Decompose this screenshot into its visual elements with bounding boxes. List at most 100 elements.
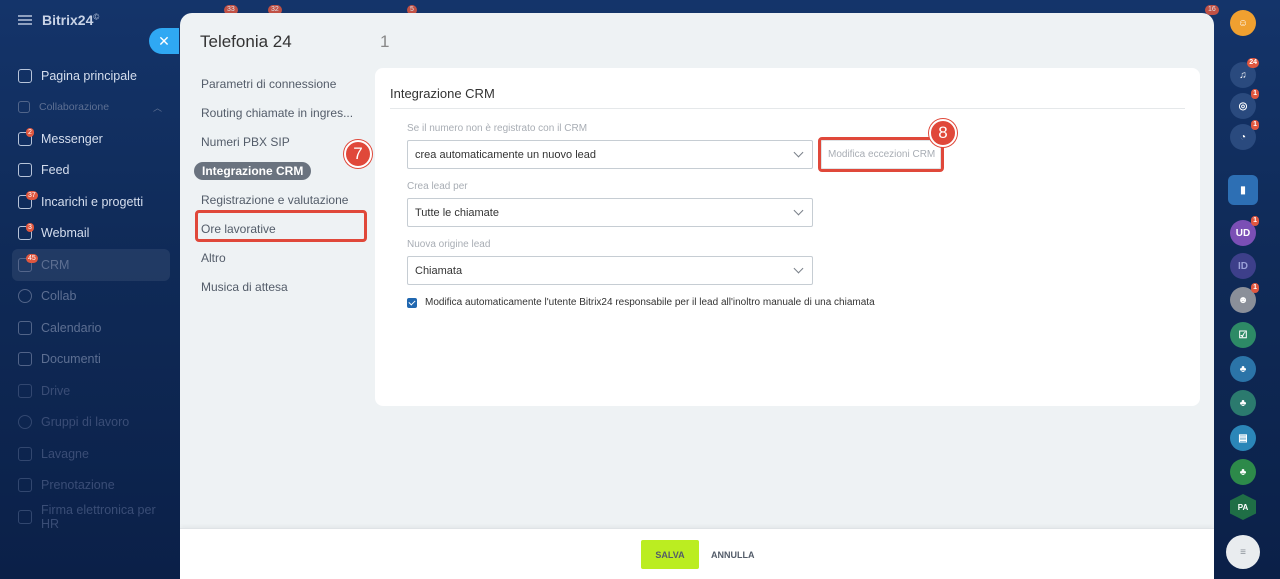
sidebar-item-webmail[interactable]: 3 Webmail: [12, 218, 170, 250]
counter-badge: 45: [26, 254, 38, 263]
sidebar-item-tasks[interactable]: 37 Incarichi e progetti: [12, 186, 170, 218]
sidebar-section-collaborazione[interactable]: Collaborazione ︿: [12, 92, 170, 124]
group-chat-button-2[interactable]: ♣: [1230, 390, 1256, 416]
more-button[interactable]: ≡: [1226, 535, 1260, 569]
target-icon: ◎: [1238, 100, 1248, 112]
sidebar-item-boards[interactable]: Lavagne: [12, 438, 170, 470]
calendar-icon: [18, 320, 32, 335]
activity-button[interactable]: ◎ 1: [1230, 89, 1259, 119]
comment-icon: ▤: [1238, 432, 1248, 444]
highlight-box-step8: [818, 137, 944, 172]
field-label: Nuova origine lead: [407, 239, 491, 250]
counter-badge: 24: [1247, 58, 1259, 68]
document-icon: [18, 352, 32, 367]
person-icon: ☻: [1237, 294, 1249, 306]
menu-item-hold-music[interactable]: Musica di attesa: [192, 272, 372, 301]
auto-responsible-checkbox-row: Modifica automaticamente l'utente Bitrix…: [407, 297, 875, 308]
avatar-pa[interactable]: PA: [1230, 494, 1256, 520]
chevron-up-icon: ︿: [152, 102, 162, 113]
sidebar-item-drive[interactable]: Drive: [12, 375, 170, 407]
counter-badge: 1: [1251, 283, 1259, 293]
group-icon: ♣: [1239, 466, 1247, 478]
sidebar-item-esign-hr[interactable]: Firma elettronica per HR: [12, 501, 170, 533]
menu-icon[interactable]: [18, 15, 32, 25]
group-icon: ♣: [1239, 363, 1247, 375]
counter-badge: 2: [26, 128, 34, 137]
unregistered-number-select[interactable]: crea automaticamente un nuovo lead: [407, 140, 813, 169]
save-button[interactable]: SALVA: [641, 540, 699, 569]
page-number: 1: [380, 32, 390, 51]
sidebar-item-messenger[interactable]: 2 Messenger: [12, 123, 170, 155]
bell-icon: ♫: [1239, 69, 1247, 81]
chat-button[interactable]: ◔ 1: [1230, 120, 1259, 150]
step-marker-8: 8: [929, 119, 957, 147]
sidebar-item-feed[interactable]: Feed: [12, 155, 170, 187]
notifications-button[interactable]: ♫ 24: [1230, 58, 1259, 88]
menu-item-connection[interactable]: Parametri di connessione: [192, 69, 372, 98]
telephony-settings-panel: Telefonia 24 1 Parametri di connessione …: [180, 13, 1214, 579]
field-label: Crea lead per: [407, 181, 468, 192]
menu-item-routing[interactable]: Routing chiamate in ingres...: [192, 98, 372, 127]
right-rail: ☺ ♫ 24 ◎ 1 ◔ 1 ▮ UD 1 ID ☻ 1 ☑ ♣ ♣ ▤ ♣ PA ≡: [1216, 0, 1280, 579]
sidebar-item-collab[interactable]: Collab: [12, 281, 170, 313]
group-icon: [18, 415, 32, 430]
sidebar-item-crm[interactable]: 45 CRM: [12, 249, 170, 281]
signature-icon: [18, 509, 32, 524]
booking-icon: [18, 478, 32, 493]
comments-button[interactable]: ▤: [1230, 425, 1256, 451]
logo-row: Bitrix24©: [18, 12, 99, 28]
sidebar-nav: Pagina principale Collaborazione ︿ 2 Messe…: [12, 60, 170, 533]
create-lead-for-select[interactable]: Tutte le chiamate: [407, 198, 813, 227]
avatar-ud[interactable]: UD 1: [1230, 216, 1259, 246]
checkbox-icon: ☑: [1238, 329, 1248, 341]
collaboration-icon: [18, 101, 30, 114]
collab-icon: [18, 289, 32, 304]
counter-badge: 37: [26, 191, 38, 200]
counter-badge: 3: [26, 222, 34, 232]
group-chat-button-3[interactable]: ♣: [1230, 459, 1256, 485]
home-icon: [18, 68, 32, 83]
step-marker-7: 7: [344, 140, 372, 168]
sidebar-item-documents[interactable]: Documenti: [12, 344, 170, 376]
user-avatar[interactable]: ☺: [1230, 10, 1256, 36]
highlight-box-step7: [195, 210, 367, 242]
menu-item-other[interactable]: Altro: [192, 243, 372, 272]
sidebar-item-calendar[interactable]: Calendario: [12, 312, 170, 344]
tasks-chat-button[interactable]: ☑: [1230, 322, 1256, 348]
bookmark-icon: ▮: [1240, 184, 1246, 196]
feed-icon: [18, 163, 32, 178]
sidebar-item-home[interactable]: Pagina principale: [12, 60, 170, 92]
lead-source-select[interactable]: Chiamata: [407, 256, 813, 285]
bitrix24-logo[interactable]: Bitrix24©: [42, 12, 99, 28]
drive-icon: [18, 383, 32, 398]
group-icon: ♣: [1239, 397, 1247, 409]
divider: [390, 108, 1185, 109]
chevron-down-icon: [793, 205, 804, 216]
left-sidebar: Bitrix24© ✕ Pagina principale Collaboraz…: [0, 0, 180, 579]
counter-badge: 1: [1251, 216, 1259, 226]
bookmark-button[interactable]: ▮: [1228, 175, 1258, 205]
field-label: Se il numero non è registrato con il CRM: [407, 123, 588, 134]
auto-responsible-checkbox[interactable]: [407, 297, 417, 308]
sidebar-item-workgroups[interactable]: Gruppi di lavoro: [12, 407, 170, 439]
chat-bubble-icon: ◔: [1239, 131, 1247, 143]
chevron-down-icon: [793, 147, 804, 158]
board-icon: [18, 446, 32, 461]
sidebar-item-booking[interactable]: Prenotazione: [12, 470, 170, 502]
counter-badge: 1: [1251, 89, 1259, 99]
footer-bar: SALVA ANNULLA: [180, 528, 1214, 579]
close-icon: ✕: [158, 32, 170, 49]
section-title: Integrazione CRM: [390, 86, 495, 101]
chevron-down-icon: [793, 263, 804, 274]
close-slider-button[interactable]: ✕: [149, 28, 179, 54]
cancel-button[interactable]: ANNULLA: [711, 540, 755, 569]
user-avatar-photo[interactable]: ☻ 1: [1230, 283, 1259, 313]
menu-lines-icon: ≡: [1240, 546, 1246, 558]
group-chat-button[interactable]: ♣: [1230, 356, 1256, 382]
page-title: Telefonia 24: [200, 32, 292, 51]
avatar-id[interactable]: ID: [1230, 253, 1256, 279]
settings-menu: Parametri di connessione Routing chiamat…: [192, 69, 372, 301]
avatar-icon: ☺: [1237, 17, 1249, 29]
crm-integration-card: Integrazione CRM Se il numero non è regi…: [375, 68, 1200, 406]
counter-badge: 1: [1251, 120, 1259, 130]
